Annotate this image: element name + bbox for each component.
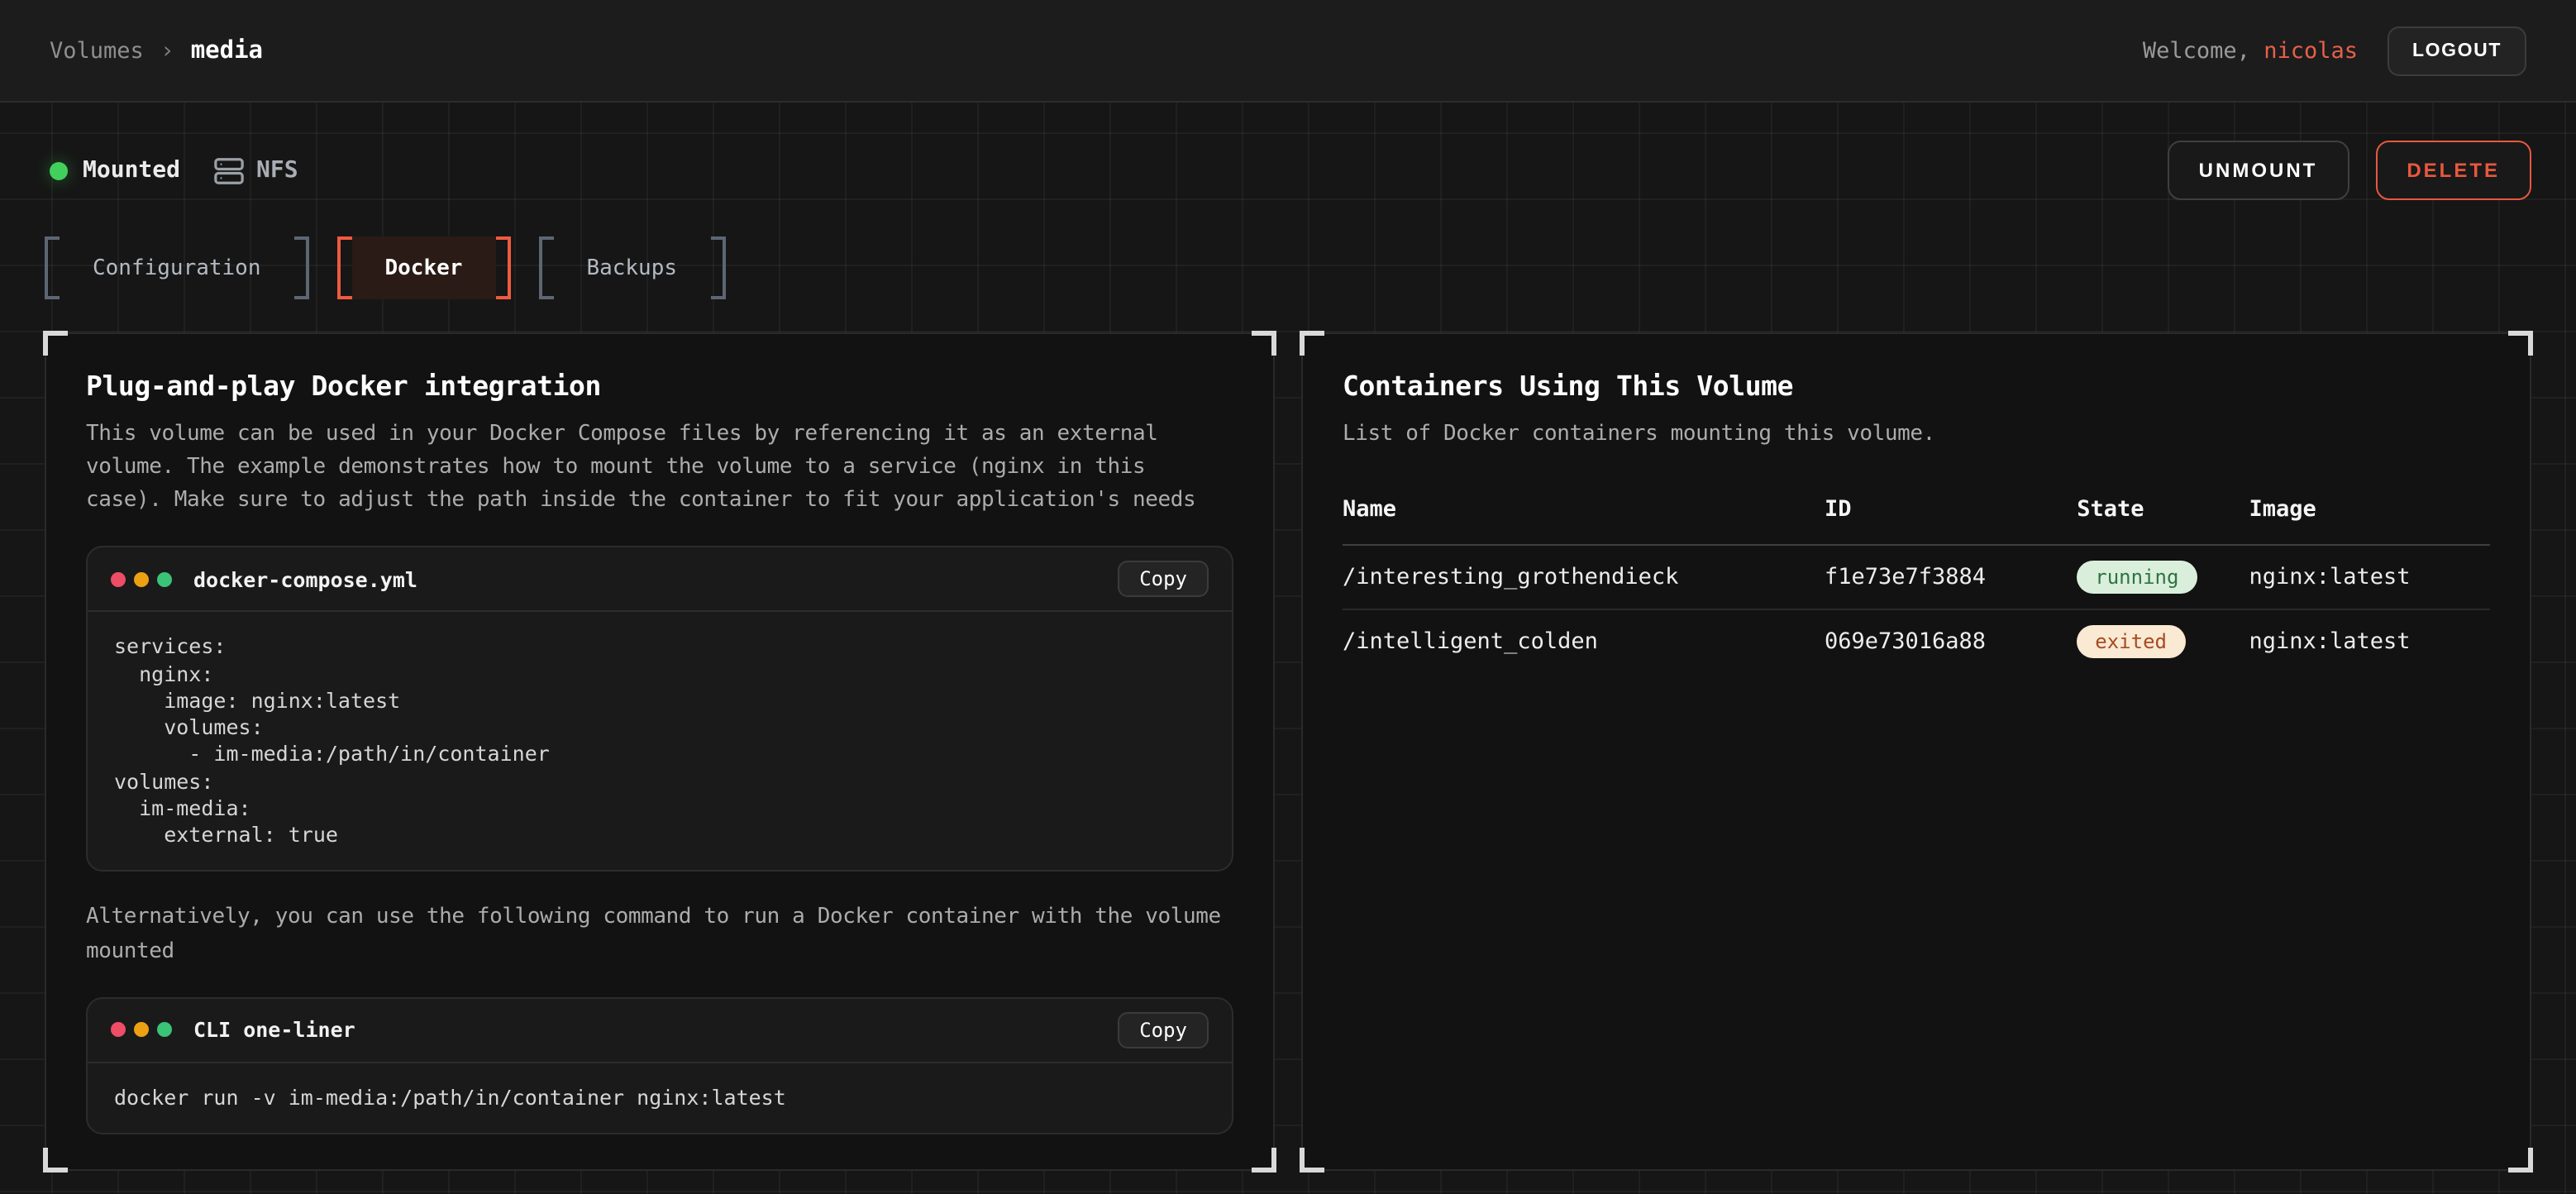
tab-docker[interactable]: Docker — [337, 236, 511, 299]
breadcrumb-current-volume: media — [191, 37, 263, 64]
compose-filename: docker-compose.yml — [193, 567, 417, 592]
column-header-id: ID — [1825, 480, 2077, 545]
table-header-row: Name ID State Image — [1343, 480, 2490, 545]
window-dots — [111, 572, 172, 587]
docker-integration-panel: Plug-and-play Docker integration This vo… — [45, 332, 1275, 1171]
server-icon — [213, 155, 245, 186]
topbar-right: Welcome, nicolas LOGOUT — [2143, 26, 2526, 75]
table-row: /interesting_grothendieck f1e73e7f3884 r… — [1343, 545, 2490, 609]
containers-panel: Containers Using This Volume List of Doc… — [1301, 332, 2531, 1171]
red-dot-icon — [111, 1022, 126, 1037]
delete-button[interactable]: DELETE — [2375, 141, 2531, 200]
container-image: nginx:latest — [2249, 609, 2490, 673]
volume-actions: UNMOUNT DELETE — [2168, 141, 2531, 200]
bracket-right — [710, 236, 725, 299]
corner-bracket — [1252, 1148, 1276, 1173]
compose-code: services: nginx: image: nginx:latest vol… — [88, 613, 1232, 871]
corner-bracket — [1252, 331, 1276, 356]
volume-detail-page: Volumes › media Welcome, nicolas LOGOUT … — [0, 0, 2576, 1194]
cli-title: CLI one-liner — [193, 1017, 355, 1042]
yellow-dot-icon — [134, 1022, 149, 1037]
driver-badge: NFS — [213, 155, 298, 186]
copy-compose-button[interactable]: Copy — [1118, 561, 1209, 598]
container-image: nginx:latest — [2249, 545, 2490, 609]
breadcrumb: Volumes › media — [50, 37, 263, 64]
copy-cli-button[interactable]: Copy — [1118, 1011, 1209, 1048]
status-badge: running — [2077, 561, 2197, 594]
container-name: /interesting_grothendieck — [1343, 545, 1825, 609]
red-dot-icon — [111, 572, 126, 587]
topbar: Volumes › media Welcome, nicolas LOGOUT — [0, 0, 2576, 103]
containers-panel-subtitle: List of Docker containers mounting this … — [1343, 418, 2490, 451]
tab-configuration[interactable]: Configuration — [45, 236, 309, 299]
containers-table: Name ID State Image /interesting_grothen… — [1343, 480, 2490, 673]
panels: Plug-and-play Docker integration This vo… — [45, 332, 2531, 1171]
corner-bracket — [43, 1148, 68, 1173]
column-header-state: State — [2077, 480, 2249, 545]
welcome-text: Welcome, nicolas — [2143, 37, 2358, 64]
window-dots — [111, 1022, 172, 1037]
corner-bracket — [1300, 331, 1324, 356]
tab-bar: Configuration Docker Backups — [45, 236, 2531, 299]
cli-intro-text: Alternatively, you can use the following… — [86, 902, 1233, 969]
column-header-name: Name — [1343, 480, 1825, 545]
yellow-dot-icon — [134, 572, 149, 587]
green-dot-icon — [157, 572, 172, 587]
corner-bracket — [2508, 331, 2533, 356]
compose-code-header: docker-compose.yml Copy — [88, 548, 1232, 613]
breadcrumb-volumes-link[interactable]: Volumes — [50, 37, 144, 64]
container-id: f1e73e7f3884 — [1825, 545, 2077, 609]
bracket-right — [294, 236, 309, 299]
mounted-status-dot — [50, 161, 68, 179]
green-dot-icon — [157, 1022, 172, 1037]
cli-code-block: CLI one-liner Copy docker run -v im-medi… — [86, 996, 1233, 1134]
bracket-left — [538, 236, 553, 299]
docker-panel-title: Plug-and-play Docker integration — [86, 370, 1233, 402]
main-content: Mounted NFS UNMOUNT DELETE — [0, 103, 2576, 1194]
container-name: /intelligent_colden — [1343, 609, 1825, 673]
status-row: Mounted NFS UNMOUNT DELETE — [45, 139, 2531, 202]
tab-backups[interactable]: Backups — [538, 236, 725, 299]
logout-button[interactable]: LOGOUT — [2388, 26, 2526, 75]
corner-bracket — [43, 331, 68, 356]
cli-code: docker run -v im-media:/path/in/containe… — [88, 1063, 1232, 1133]
containers-panel-title: Containers Using This Volume — [1343, 370, 2490, 402]
bracket-left — [337, 236, 352, 299]
column-header-image: Image — [2249, 480, 2490, 545]
chevron-right-icon: › — [160, 37, 174, 64]
cli-code-header: CLI one-liner Copy — [88, 998, 1232, 1063]
corner-bracket — [1300, 1148, 1324, 1173]
docker-panel-description: This volume can be used in your Docker C… — [86, 418, 1233, 518]
table-row: /intelligent_colden 069e73016a88 exited … — [1343, 609, 2490, 673]
bracket-right — [495, 236, 510, 299]
unmount-button[interactable]: UNMOUNT — [2168, 141, 2349, 200]
status-badge: exited — [2077, 625, 2185, 658]
container-id: 069e73016a88 — [1825, 609, 2077, 673]
username: nicolas — [2264, 37, 2358, 64]
bracket-left — [45, 236, 60, 299]
corner-bracket — [2508, 1148, 2533, 1173]
mounted-status-label: Mounted — [83, 157, 180, 184]
compose-code-block: docker-compose.yml Copy services: nginx:… — [86, 547, 1233, 872]
driver-label: NFS — [256, 157, 298, 184]
